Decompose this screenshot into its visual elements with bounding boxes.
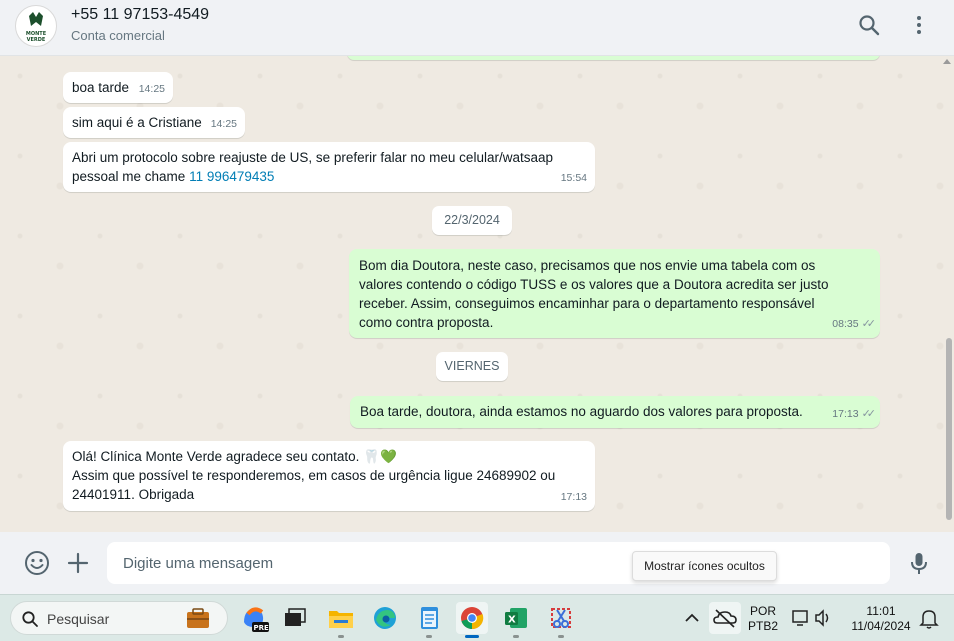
contact-name[interactable]: +55 11 97153-4549 [71,6,209,24]
taskbar-search-label: Pesquisar [47,611,110,627]
network-volume-tray[interactable] [788,602,836,634]
search-icon[interactable] [857,13,881,37]
message-time: 15:54 [560,172,587,184]
message-incoming[interactable]: Olá! Clínica Monte Verde agradece seu co… [63,441,595,511]
double-check-icon: ✓✓ [861,318,877,330]
message-text-line2: pessoal me chame [72,169,190,184]
taskbar-search[interactable]: Pesquisar [10,601,228,635]
message-outgoing[interactable]: Boa tarde, doutora, ainda estamos no agu… [350,396,880,428]
svg-text:X: X [508,615,516,626]
message-list[interactable]: boa tarde 14:25 sim aqui é a Cristiane 1… [0,56,954,532]
message-text: Boa tarde, doutora, ainda estamos no agu… [360,404,803,419]
language-line2: PTB2 [747,619,778,633]
chrome-icon[interactable] [456,602,488,638]
message-incoming[interactable]: sim aqui é a Cristiane 14:25 [63,107,245,138]
search-icon [22,611,38,627]
running-indicator [338,635,344,638]
date-divider: VIERNES [436,352,508,381]
avatar-logo-text: MONTE VERDE [25,31,47,43]
briefcase-icon [187,608,209,628]
running-indicator [426,635,432,638]
message-incoming[interactable]: Abri um protocolo sobre reajuste de US, … [63,142,595,192]
clock-time: 11:01 [866,604,896,618]
scroll-up-arrow-icon[interactable] [943,59,951,64]
message-meta: 08:35 ✓✓ [832,315,877,334]
message-time: 17:13 [560,491,587,503]
display-volume-icon [792,609,829,627]
message-time: 08:35 [832,318,859,330]
message-time: 17:13 [832,408,859,420]
message-time: 14:25 [210,118,237,130]
snipping-tool-icon[interactable] [545,602,577,638]
running-indicator [558,635,564,638]
contact-subtitle: Conta comercial [71,28,165,43]
menu-dots-icon[interactable] [907,13,931,37]
clock-date: 11/04/2024 [851,619,911,633]
edge-icon[interactable] [369,602,401,634]
double-check-icon: ✓✓ [861,408,877,420]
contact-avatar[interactable]: MONTE VERDE [15,5,57,47]
task-view-icon[interactable] [279,602,311,634]
message-composer [0,532,954,594]
hidden-icons-tooltip: Mostrar ícones ocultos [632,551,777,581]
input-language-indicator[interactable]: POR PTB2 [745,604,781,634]
show-hidden-icons-chevron-icon[interactable] [678,602,706,634]
date-divider: 22/3/2024 [432,206,512,235]
chat-header: MONTE VERDE +55 11 97153-4549 Conta come… [0,0,954,56]
message-text-line1: Abri um protocolo sobre reajuste de US, … [72,150,553,165]
file-explorer-icon[interactable] [325,602,357,638]
running-indicator [513,635,519,638]
taskbar-clock[interactable]: 11:01 11/04/2024 [845,604,917,634]
notepad-icon[interactable] [413,602,445,638]
previous-message-edge [347,56,880,60]
chat-scrollbar[interactable] [943,56,952,532]
message-text-line1: Olá! Clínica Monte Verde agradece seu co… [72,449,397,464]
message-text-line2: Assim que possível te responderemos, em … [72,468,556,502]
attach-plus-icon[interactable] [65,550,91,576]
copilot-pre-icon[interactable]: PRE [238,602,270,634]
svg-text:PRE: PRE [254,624,270,632]
message-meta: 17:13 ✓✓ [832,405,877,424]
message-time: 14:25 [138,83,165,95]
phone-link[interactable]: 11 996479435 [189,169,274,184]
message-outgoing[interactable]: Bom dia Doutora, neste caso, precisamos … [349,249,880,338]
onedrive-offline-icon[interactable] [709,602,741,634]
running-indicator [465,635,479,638]
message-incoming[interactable]: boa tarde 14:25 [63,72,173,103]
message-text: Bom dia Doutora, neste caso, precisamos … [359,258,829,330]
excel-icon[interactable]: X [500,602,532,638]
emoji-icon[interactable] [24,550,50,576]
microphone-icon[interactable] [906,550,932,576]
windows-taskbar: Pesquisar PRE X POR PTB2 11:01 11/04/202… [0,594,954,641]
notification-bell-icon[interactable] [917,602,941,634]
language-line1: POR [749,604,776,618]
scroll-thumb[interactable] [946,338,952,520]
